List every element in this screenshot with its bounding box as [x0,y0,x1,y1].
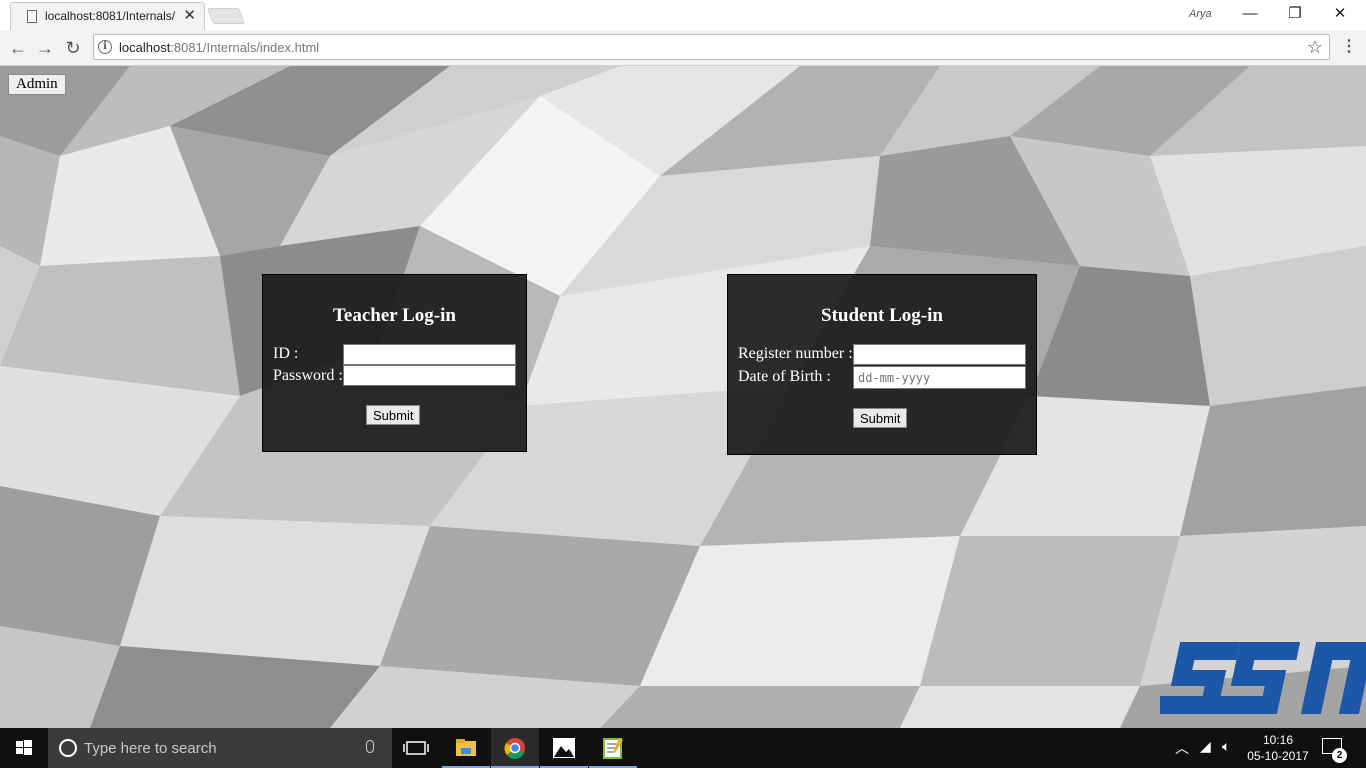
minimize-icon[interactable]: — [1228,2,1272,26]
browser-menu-icon[interactable]: ⋮ [1341,36,1357,56]
new-tab-button[interactable] [207,8,245,24]
student-submit-button[interactable]: Submit [853,408,908,428]
close-tab-icon[interactable]: ✕ [183,6,196,24]
teacher-login-panel: Teacher Log-in ID : Password : Submit [262,274,527,452]
windows-taskbar: Type here to search ︿ ◢ 🔈︎ 10:16 05-10-2… [0,728,1366,768]
browser-toolbar: ← → ↻ i localhost:8081/Internals/index.h… [0,30,1366,66]
student-login-panel: Student Log-in Register number : Date of… [727,274,1037,455]
photos-icon[interactable] [540,728,588,768]
restore-icon[interactable]: ❐ [1273,2,1317,26]
bookmark-star-icon[interactable]: ☆ [1307,37,1323,58]
profile-name[interactable]: Arya [1189,8,1212,20]
clock-date: 05-10-2017 [1247,749,1309,763]
volume-icon[interactable]: 🔈︎ [1222,738,1230,755]
cortana-icon [59,739,77,757]
teacher-password-label: Password : [273,367,343,384]
page-icon [27,10,37,23]
address-bar[interactable]: i localhost:8081/Internals/index.html ☆ [93,34,1330,60]
teacher-id-input[interactable] [343,344,516,365]
clock-time: 10:16 [1262,733,1294,747]
chrome-icon[interactable] [491,728,539,768]
task-view-icon[interactable] [392,728,440,768]
page-viewport: Admin Teacher Log-in ID : Password : Sub… [0,66,1366,728]
file-explorer-icon[interactable] [442,728,490,768]
info-icon[interactable]: i [98,40,112,54]
notepad-icon[interactable] [589,728,637,768]
register-number-input[interactable] [853,344,1026,365]
browser-tab[interactable]: localhost:8081/Internals/ ✕ [10,2,205,30]
microphone-icon[interactable] [366,740,374,753]
date-of-birth-label: Date of Birth : [738,368,831,385]
teacher-password-input[interactable] [343,365,516,386]
notification-count-badge: 2 [1332,748,1347,763]
show-hidden-icons-icon[interactable]: ︿ [1175,738,1189,758]
admin-button[interactable]: Admin [8,74,66,95]
close-window-icon[interactable]: ✕ [1318,2,1362,26]
taskbar-search-box[interactable]: Type here to search [48,728,392,768]
teacher-id-label: ID : [273,345,299,362]
register-number-label: Register number : [738,345,853,362]
teacher-submit-button[interactable]: Submit [366,405,421,425]
back-icon[interactable]: ← [6,36,30,60]
search-placeholder: Type here to search [84,740,217,757]
url-text[interactable]: localhost:8081/Internals/index.html [119,40,319,55]
date-of-birth-input[interactable] [853,366,1026,389]
windows-start-icon[interactable] [0,728,48,768]
wifi-icon[interactable]: ◢ [1200,738,1211,755]
student-login-title: Student Log-in [821,305,943,326]
forward-icon[interactable]: → [33,36,57,60]
teacher-login-title: Teacher Log-in [333,305,456,326]
system-clock[interactable]: 10:16 05-10-2017 [1240,732,1316,764]
tab-title: localhost:8081/Internals/ [45,9,176,23]
reload-icon[interactable]: ↻ [61,36,85,60]
tab-strip: localhost:8081/Internals/ ✕ Arya — ❐ ✕ [0,0,1366,30]
ssn-logo [1160,642,1366,714]
